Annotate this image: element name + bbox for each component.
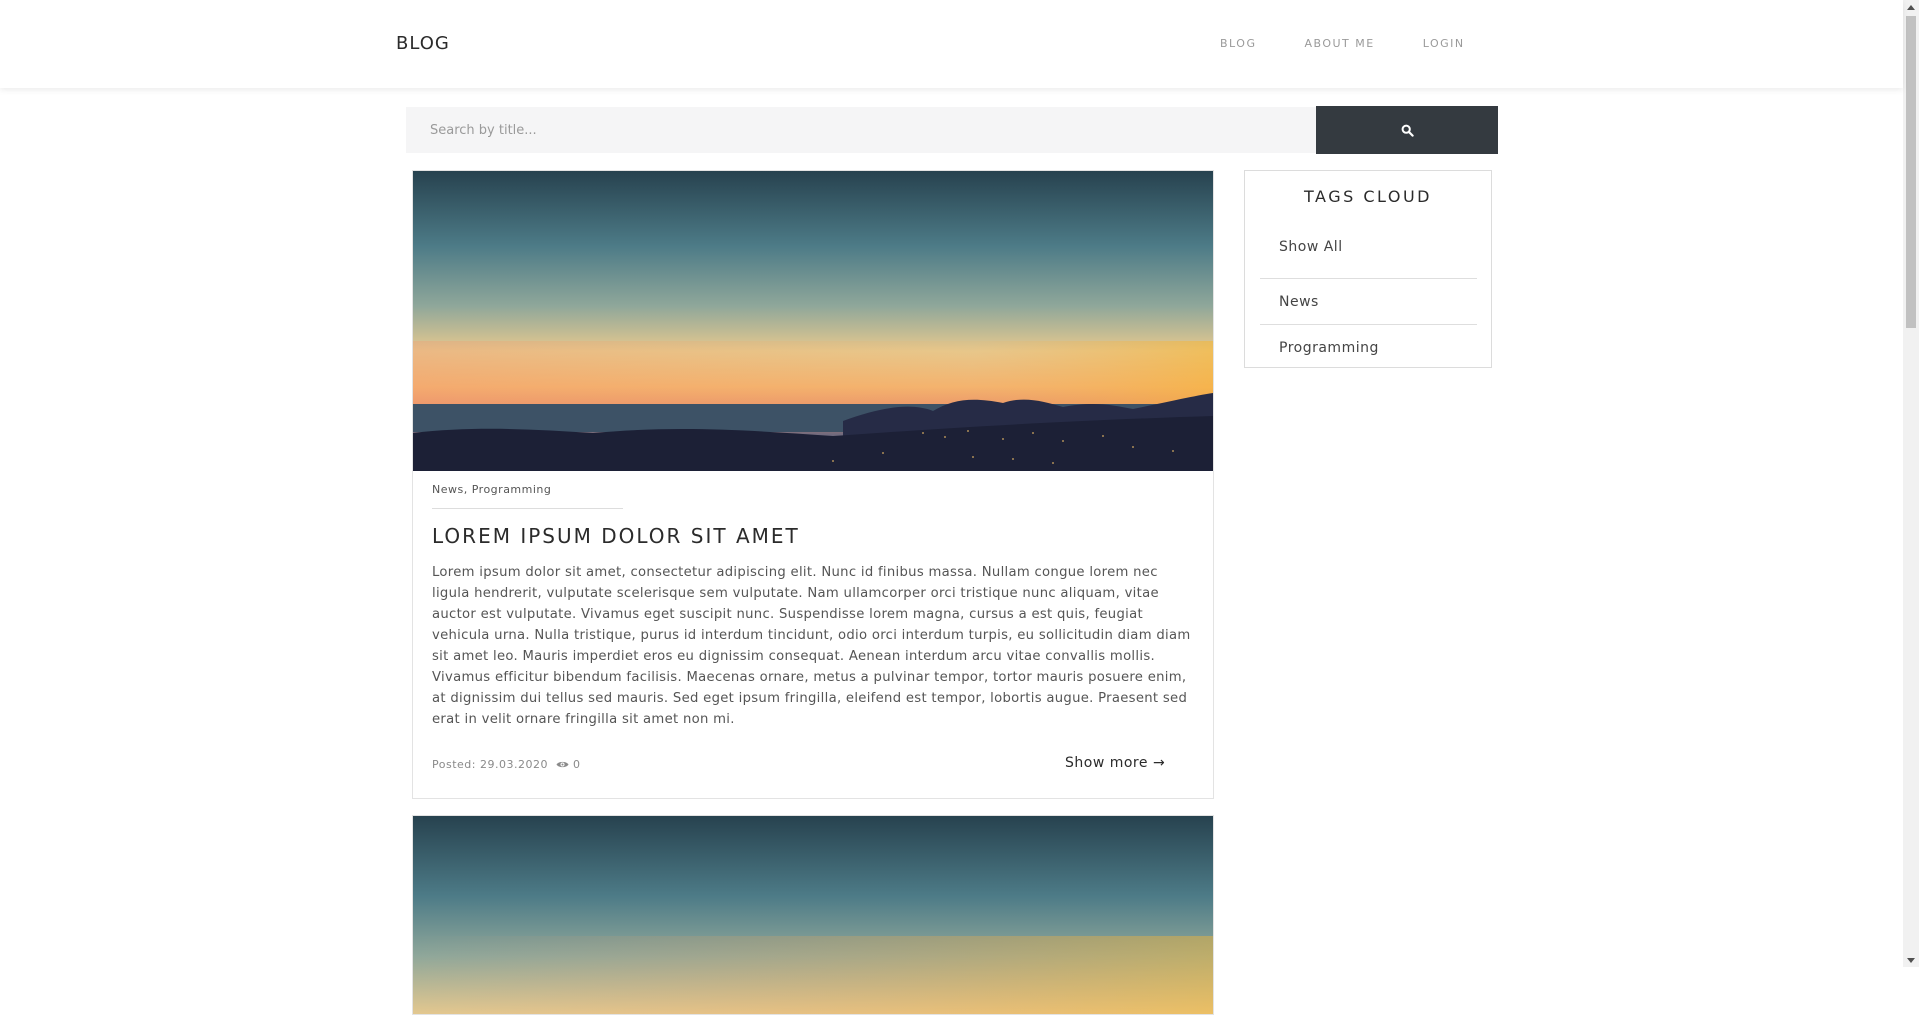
nav-about-me[interactable]: ABOUT ME xyxy=(1304,37,1374,50)
search-icon xyxy=(1401,124,1414,137)
post-image[interactable] xyxy=(413,171,1213,471)
page-scrollbar[interactable] xyxy=(1903,0,1919,967)
brand-logo[interactable]: BLOG xyxy=(396,33,450,54)
tags-cloud-title: TAGS CLOUD xyxy=(1304,187,1432,206)
tag-show-all[interactable]: Show All xyxy=(1260,233,1477,279)
site-header: BLOG BLOG ABOUT ME LOGIN xyxy=(0,0,1903,88)
tags-divider xyxy=(432,508,623,509)
post-title[interactable]: LOREM IPSUM DOLOR SIT AMET xyxy=(432,524,800,548)
post-tag-news[interactable]: News xyxy=(432,483,464,496)
post-card xyxy=(412,815,1214,1015)
search-bar xyxy=(406,106,1498,154)
post-image[interactable] xyxy=(413,816,1213,1014)
main-nav: BLOG ABOUT ME LOGIN xyxy=(1220,37,1513,50)
tags-cloud-widget: TAGS CLOUD Show All News Programming xyxy=(1244,170,1492,368)
search-input[interactable] xyxy=(406,107,1316,153)
post-excerpt: Lorem ipsum dolor sit amet, consectetur … xyxy=(432,565,1191,727)
show-more-link[interactable]: Show more → xyxy=(1065,755,1165,771)
post-views-count: 0 xyxy=(572,758,581,771)
scroll-up-arrow-icon[interactable] xyxy=(1903,0,1919,14)
tags-list: Show All News Programming xyxy=(1260,233,1477,371)
scroll-down-arrow-icon[interactable] xyxy=(1903,953,1919,967)
post-date: Posted: 29.03.2020 xyxy=(432,758,548,771)
post-meta: Posted: 29.03.2020 0 xyxy=(432,758,580,771)
tag-programming[interactable]: Programming xyxy=(1260,325,1477,371)
post-card: News, Programming LOREM IPSUM DOLOR SIT … xyxy=(412,170,1214,799)
tag-news[interactable]: News xyxy=(1260,279,1477,325)
search-button[interactable] xyxy=(1316,106,1498,154)
eye-icon xyxy=(556,760,569,769)
nav-login[interactable]: LOGIN xyxy=(1423,37,1465,50)
post-tag-programming[interactable]: Programming xyxy=(472,483,552,496)
nav-blog[interactable]: BLOG xyxy=(1220,37,1256,50)
scrollbar-thumb[interactable] xyxy=(1906,16,1916,328)
post-tags: News, Programming xyxy=(432,483,551,496)
post-tag-separator: , xyxy=(463,483,472,496)
